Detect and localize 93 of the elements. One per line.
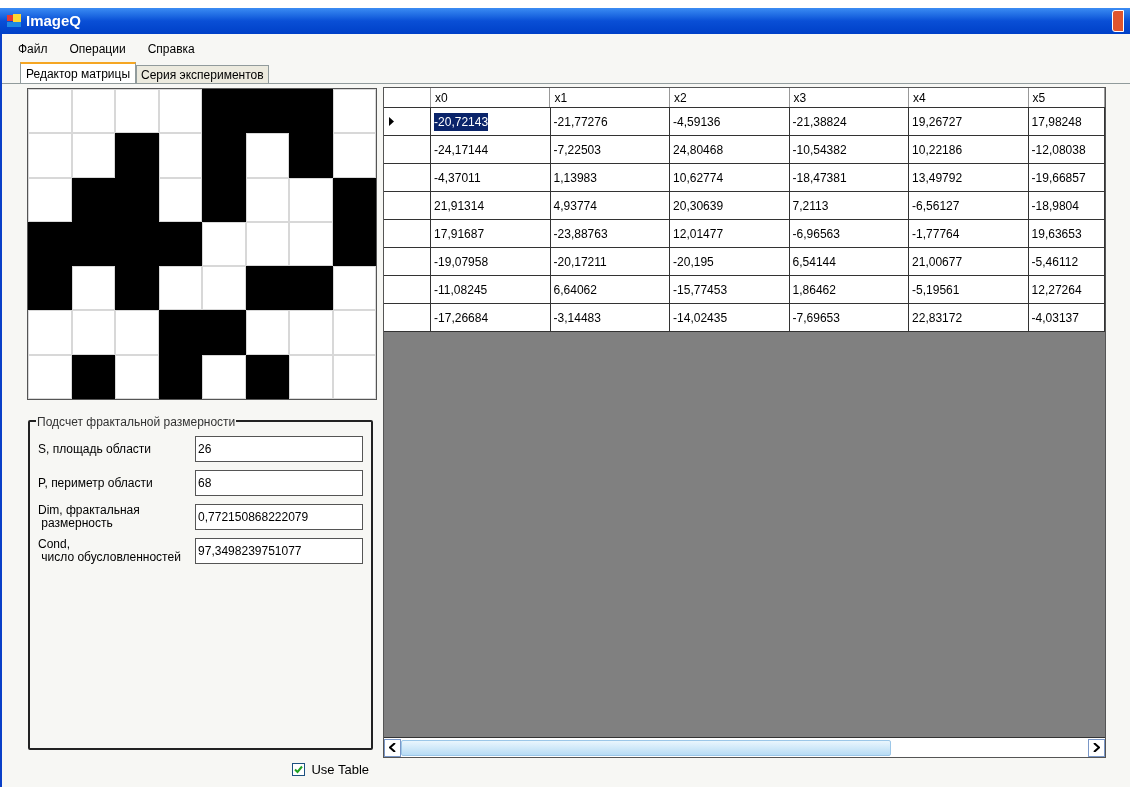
table-cell[interactable]: -10,54382 (789, 136, 910, 163)
table-cell[interactable]: -1,77764 (909, 220, 1029, 247)
matrix-image[interactable] (27, 88, 377, 400)
filled-cell[interactable] (71, 354, 115, 399)
table-cell[interactable]: -5,46112 (1028, 248, 1105, 275)
table-cell[interactable]: 20,30639 (670, 192, 790, 219)
table-cell[interactable]: 21,91314 (431, 192, 551, 219)
filled-cell[interactable] (289, 266, 333, 311)
field-label: S, площадь области (38, 442, 152, 456)
group-title: Подсчет фрактальной размерности (36, 413, 237, 431)
table-cell[interactable]: -18,9804 (1028, 192, 1105, 219)
filled-cell[interactable] (332, 177, 376, 222)
table-cell[interactable]: 12,27264 (1028, 276, 1105, 303)
table-cell[interactable]: -19,07958 (431, 248, 551, 275)
horizontal-scrollbar[interactable] (384, 737, 1105, 757)
table-cell[interactable]: -23,88763 (550, 220, 671, 247)
table-cell[interactable]: 6,54144 (789, 248, 910, 275)
checkbox[interactable] (292, 763, 306, 777)
table-cell[interactable]: -20,72143 (431, 108, 551, 135)
table-cell[interactable]: -7,22503 (550, 136, 671, 163)
table-cell[interactable]: -20,195 (670, 248, 790, 275)
scroll-left-icon[interactable] (384, 738, 401, 757)
filled-cell[interactable] (289, 133, 333, 178)
column-header[interactable]: x5 (1028, 88, 1105, 107)
text-field[interactable]: 26 (195, 436, 363, 462)
field-label: P, периметр области (38, 476, 154, 490)
filled-cell[interactable] (158, 221, 202, 267)
current-row-icon (389, 117, 394, 126)
table-cell[interactable]: -7,69653 (789, 304, 910, 331)
table-cell[interactable]: -17,26684 (431, 304, 551, 331)
table-cell[interactable]: -11,08245 (431, 276, 551, 303)
table-cell[interactable]: -15,77453 (670, 276, 790, 303)
table-cell[interactable]: -6,56127 (909, 192, 1029, 219)
column-header[interactable]: x2 (670, 88, 790, 107)
table-cell[interactable]: -12,08038 (1028, 136, 1105, 163)
filled-cell[interactable] (28, 266, 72, 311)
table-cell[interactable]: -24,17144 (431, 136, 551, 163)
table-cell[interactable]: 10,22186 (909, 136, 1029, 163)
table-cell[interactable]: -4,03137 (1028, 304, 1105, 331)
app-icon (6, 13, 22, 29)
table-cell[interactable]: 17,98248 (1028, 108, 1105, 135)
table-cell[interactable]: 6,64062 (550, 276, 671, 303)
text-field[interactable]: 97,3498239751077 (195, 538, 363, 564)
filled-cell[interactable] (245, 354, 289, 399)
table-cell[interactable]: -4,59136 (670, 108, 790, 135)
field-label: Dim, фрактальная размерность (38, 504, 141, 530)
table-cell[interactable]: 22,83172 (909, 304, 1029, 331)
tab[interactable]: Серия экспериментов (136, 65, 269, 83)
table-cell[interactable]: 10,62774 (670, 164, 790, 191)
scroll-right-icon[interactable] (1088, 738, 1105, 757)
table-cell[interactable]: 1,13983 (550, 164, 671, 191)
table-cell[interactable]: -5,19561 (909, 276, 1029, 303)
menu-item[interactable]: Операции (69, 40, 126, 60)
table-cell[interactable]: -20,17211 (550, 248, 671, 275)
table-cell[interactable]: -4,37011 (431, 164, 551, 191)
table-cell[interactable]: 12,01477 (670, 220, 790, 247)
filled-cell[interactable] (115, 133, 159, 178)
column-header[interactable]: x1 (550, 88, 670, 107)
close-button[interactable] (1112, 10, 1124, 32)
text-field[interactable]: 0,772150868222079 (195, 504, 363, 530)
menu-item[interactable]: Справка (147, 40, 195, 60)
menu-item[interactable]: Файл (18, 40, 48, 60)
column-header[interactable]: x3 (789, 88, 910, 107)
table-cell[interactable]: 13,49792 (909, 164, 1029, 191)
table-cell[interactable]: 1,86462 (789, 276, 910, 303)
scroll-thumb[interactable] (401, 739, 891, 756)
table-cell[interactable]: 24,80468 (670, 136, 790, 163)
filled-cell[interactable] (245, 266, 289, 311)
table-cell[interactable]: 21,00677 (909, 248, 1029, 275)
table-cell[interactable]: -3,14483 (550, 304, 671, 331)
table-cell[interactable]: -19,66857 (1028, 164, 1105, 191)
table-cell[interactable]: 4,93774 (550, 192, 671, 219)
table-cell[interactable]: -18,47381 (789, 164, 910, 191)
table-cell[interactable]: -14,02435 (670, 304, 790, 331)
table-cell[interactable]: 19,63653 (1028, 220, 1105, 247)
table-cell[interactable]: -21,38824 (789, 108, 910, 135)
checkbox-label: Use Table (311, 761, 369, 779)
table-cell[interactable]: -21,77276 (550, 108, 671, 135)
table-cell[interactable]: 17,91687 (431, 220, 551, 247)
filled-cell[interactable] (332, 221, 376, 267)
filled-cell[interactable] (202, 177, 246, 222)
filled-cell[interactable] (115, 266, 159, 311)
text-field[interactable]: 68 (195, 470, 363, 496)
filled-cell[interactable] (158, 354, 202, 399)
field-label: Cond, число обусловленностей (38, 538, 182, 564)
window-title: ImageQ (26, 10, 82, 31)
table-cell[interactable]: -6,96563 (789, 220, 910, 247)
column-header[interactable]: x0 (430, 88, 551, 107)
table-cell[interactable]: 7,2113 (789, 192, 910, 219)
column-header[interactable]: x4 (909, 88, 1029, 107)
tab[interactable]: Редактор матрицы (20, 62, 137, 83)
table-cell[interactable]: 19,26727 (909, 108, 1029, 135)
filled-cell[interactable] (202, 310, 246, 355)
